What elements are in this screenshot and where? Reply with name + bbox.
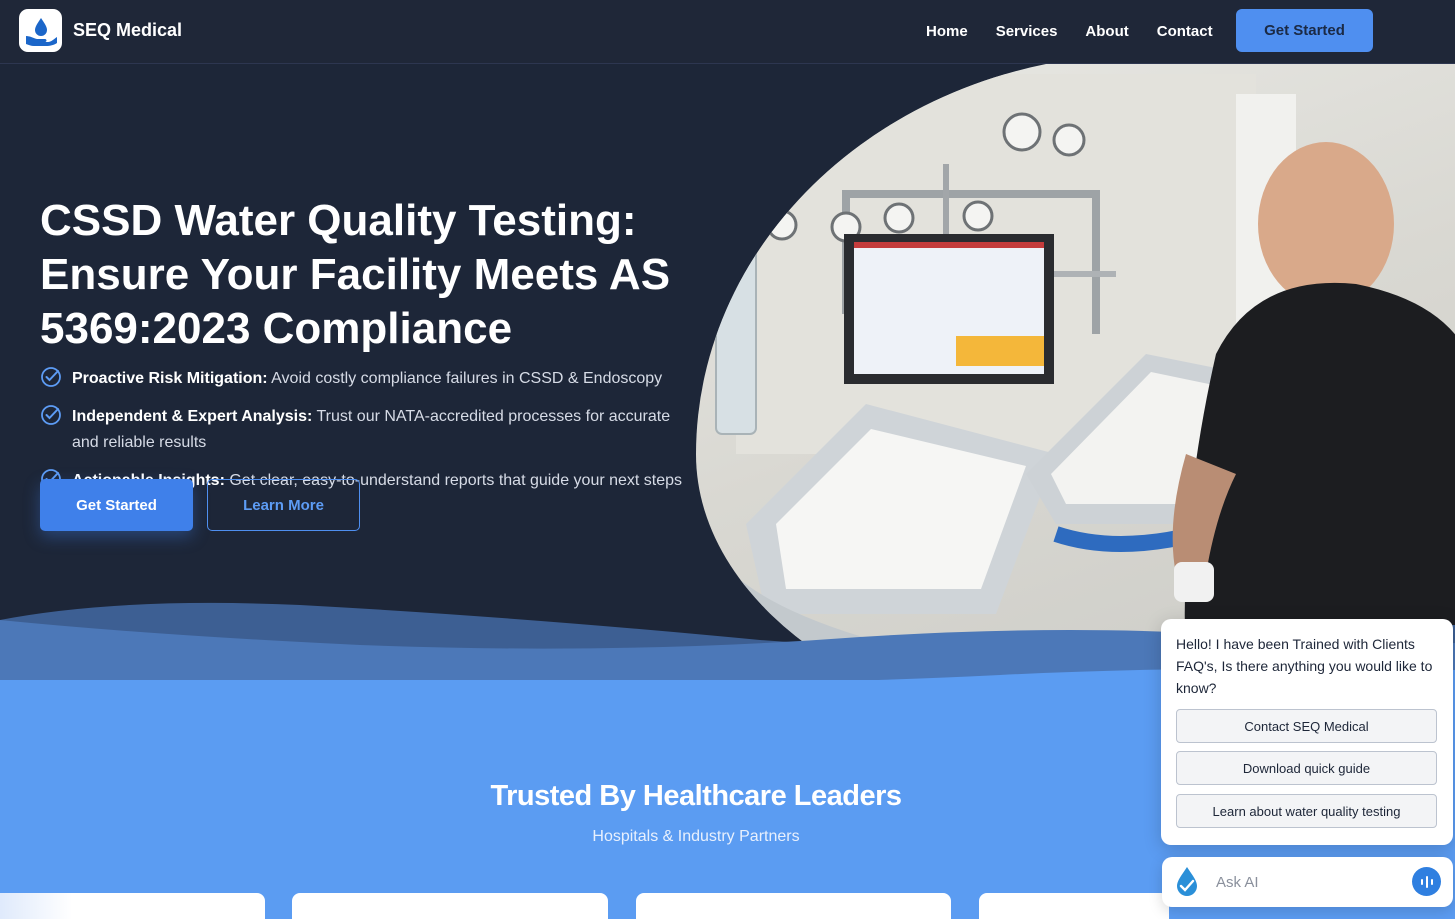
chat-option-contact[interactable]: Contact SEQ Medical bbox=[1176, 709, 1437, 743]
nav-get-started-button[interactable]: Get Started bbox=[1236, 9, 1373, 52]
brand-name: SEQ Medical bbox=[73, 20, 183, 40]
chat-greeting: Hello! I have been Trained with Clients … bbox=[1176, 636, 1433, 696]
hero-photo bbox=[696, 64, 1455, 684]
voice-icon[interactable] bbox=[1412, 867, 1441, 896]
logo-icon bbox=[19, 9, 62, 52]
water-drop-icon bbox=[1177, 867, 1197, 896]
partner-card[interactable] bbox=[292, 893, 608, 919]
hero-section: CSSD Water Quality Testing: Ensure Your … bbox=[0, 64, 1455, 684]
check-circle-icon bbox=[41, 367, 61, 387]
chat-option-learn[interactable]: Learn about water quality testing bbox=[1176, 794, 1437, 828]
nav-contact-link[interactable]: Contact bbox=[1157, 23, 1213, 40]
hero-title: CSSD Water Quality Testing: Ensure Your … bbox=[40, 196, 671, 353]
benefit-item: Proactive Risk Mitigation: Avoid costly … bbox=[40, 366, 700, 392]
partner-card[interactable] bbox=[0, 893, 265, 919]
hero-learn-more-button[interactable]: Learn More bbox=[207, 479, 360, 531]
hero-get-started-button[interactable]: Get Started bbox=[40, 479, 193, 531]
partner-card[interactable] bbox=[979, 893, 1169, 919]
benefit-text: Independent & Expert Analysis: Trust our… bbox=[72, 408, 671, 451]
benefit-text: Proactive Risk Mitigation: Avoid costly … bbox=[72, 370, 663, 387]
ask-ai-bar bbox=[1162, 857, 1453, 907]
benefit-item: Independent & Expert Analysis: Trust our… bbox=[40, 404, 700, 456]
check-circle-icon bbox=[41, 405, 61, 425]
nav-home-link[interactable]: Home bbox=[926, 23, 968, 40]
partner-card[interactable] bbox=[636, 893, 951, 919]
chat-option-guide[interactable]: Download quick guide bbox=[1176, 751, 1437, 785]
nav-services-link[interactable]: Services bbox=[996, 23, 1058, 40]
nav-links: Home Services About Contact bbox=[912, 0, 1227, 62]
nav-about-link[interactable]: About bbox=[1085, 23, 1128, 40]
top-navbar: SEQ Medical Home Services About Contact … bbox=[0, 0, 1455, 64]
brand[interactable]: SEQ Medical bbox=[19, 9, 182, 52]
chat-widget: Hello! I have been Trained with Clients … bbox=[1161, 619, 1453, 845]
ask-ai-input[interactable] bbox=[1216, 870, 1396, 894]
